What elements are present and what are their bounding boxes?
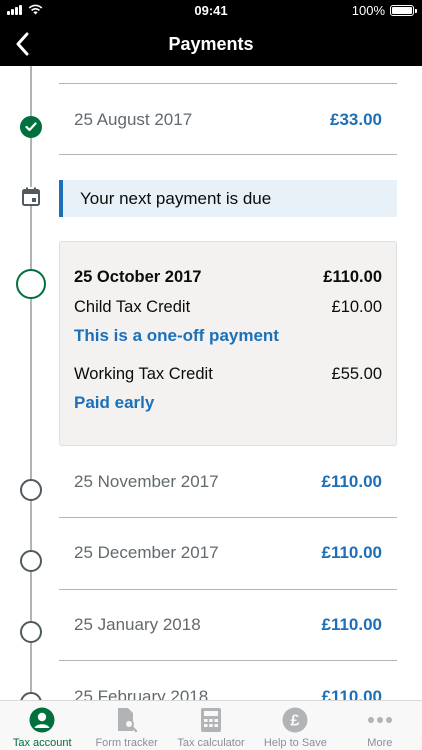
timeline-line xyxy=(30,66,32,700)
payment-row[interactable]: 25 December 2017 £110.00 xyxy=(74,541,382,565)
paid-early-link[interactable]: Paid early xyxy=(74,393,154,413)
payment-amount: £110.00 xyxy=(321,687,382,700)
divider xyxy=(59,517,397,518)
pound-coin-icon: £ xyxy=(282,707,308,733)
payment-amount: £33.00 xyxy=(330,110,382,129)
tab-tax-calculator[interactable]: Tax calculator xyxy=(169,701,253,750)
calculator-icon xyxy=(198,707,224,733)
tab-label: Tax calculator xyxy=(177,737,245,749)
tab-bar: Tax account Form tracker Tax calculator xyxy=(0,700,422,750)
tab-label: More xyxy=(367,737,393,749)
next-payment-date: 25 October 2017 xyxy=(74,268,202,286)
item-label: Working Tax Credit xyxy=(74,365,213,383)
payment-amount: £110.00 xyxy=(321,615,382,634)
payment-date: 25 August 2017 xyxy=(74,110,193,129)
svg-text:£: £ xyxy=(291,713,300,730)
payment-row[interactable]: 25 January 2018 £110.00 xyxy=(74,613,382,637)
item-amount: £10.00 xyxy=(331,298,382,316)
breakdown-item: Working Tax Credit £55.00 xyxy=(74,365,382,384)
payment-amount: £110.00 xyxy=(321,543,382,562)
divider xyxy=(59,660,397,661)
tab-label: Form tracker xyxy=(95,737,158,749)
battery-icon xyxy=(390,5,417,16)
divider xyxy=(59,154,397,155)
payment-node xyxy=(20,621,42,643)
payments-timeline[interactable]: 25 August 2017 £33.00 Your next payment … xyxy=(0,66,422,700)
next-payment-total: £110.00 xyxy=(323,268,382,286)
tab-label: Tax account xyxy=(12,737,72,749)
person-icon xyxy=(29,707,55,733)
next-payment-card[interactable]: 25 October 2017 £110.00 Child Tax Credit… xyxy=(59,241,397,446)
notice-text: Your next payment is due xyxy=(80,188,272,208)
nav-bar: Payments xyxy=(0,22,422,66)
item-label: Child Tax Credit xyxy=(74,298,191,316)
payment-date: 25 January 2018 xyxy=(74,615,201,634)
payment-node xyxy=(20,479,42,501)
card-header: 25 October 2017 £110.00 xyxy=(74,268,382,287)
payment-row[interactable]: 25 February 2018 £110.00 xyxy=(74,685,382,700)
divider xyxy=(59,589,397,590)
calendar-icon xyxy=(22,187,40,206)
document-search-icon xyxy=(114,707,140,733)
paid-check-icon xyxy=(20,116,42,138)
tab-tax-account[interactable]: Tax account xyxy=(0,701,84,750)
tab-label: Help to Save xyxy=(263,737,327,749)
item-amount: £55.00 xyxy=(331,365,382,383)
tab-form-tracker[interactable]: Form tracker xyxy=(84,701,168,750)
payment-date: 25 December 2017 xyxy=(74,543,219,562)
breakdown-item: Child Tax Credit £10.00 xyxy=(74,298,382,317)
one-off-payment-link[interactable]: This is a one-off payment xyxy=(74,326,279,346)
payment-node xyxy=(20,550,42,572)
payment-node xyxy=(20,692,42,700)
payment-date: 25 November 2017 xyxy=(74,472,219,491)
payment-amount: £110.00 xyxy=(321,472,382,491)
current-payment-node xyxy=(16,269,46,299)
payment-row[interactable]: 25 August 2017 £33.00 xyxy=(74,108,382,132)
payment-date: 25 February 2018 xyxy=(74,687,209,700)
next-payment-notice: Your next payment is due xyxy=(59,180,397,217)
tab-help-to-save[interactable]: £ Help to Save xyxy=(253,701,337,750)
more-dots-icon xyxy=(367,707,393,733)
status-bar: 09:41 100% xyxy=(0,0,422,22)
tab-more[interactable]: More xyxy=(338,701,422,750)
battery-percent: 100% xyxy=(351,3,385,18)
payment-row[interactable]: 25 November 2017 £110.00 xyxy=(74,470,382,494)
page-title: Payments xyxy=(168,34,254,54)
divider xyxy=(59,83,397,84)
